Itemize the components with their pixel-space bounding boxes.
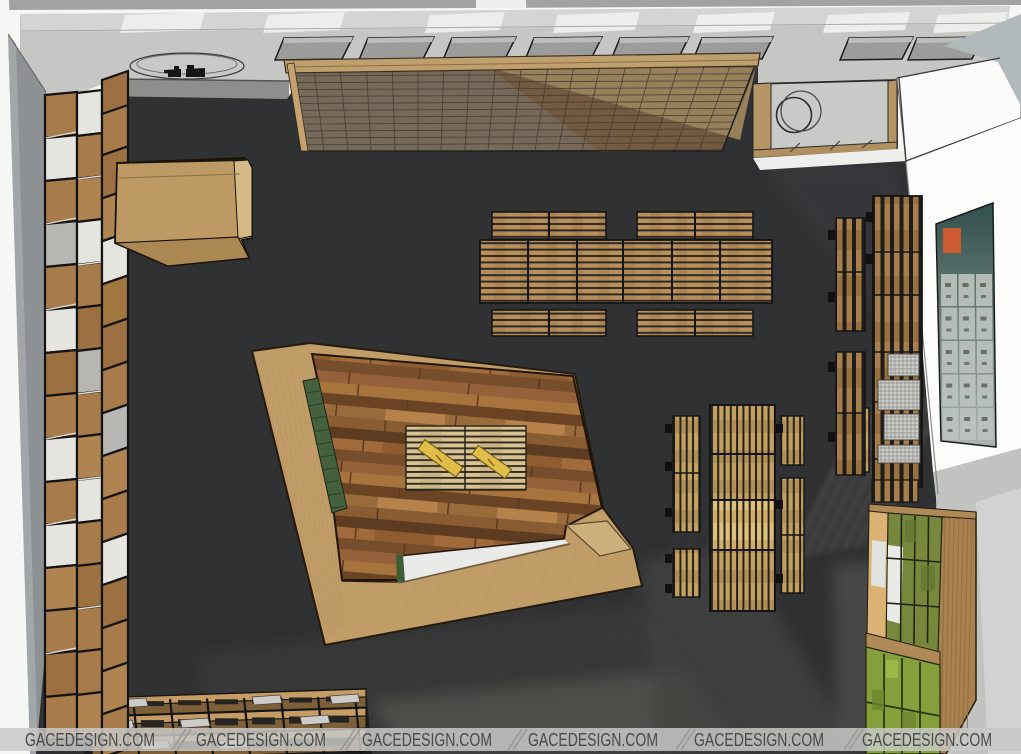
svg-text:GACEDESIGN.COM: GACEDESIGN.COM (694, 729, 824, 750)
svg-text:GACEDESIGN.COM: GACEDESIGN.COM (362, 729, 492, 750)
svg-text:GACEDESIGN.COM: GACEDESIGN.COM (862, 729, 992, 750)
svg-text:GACEDESIGN.COM: GACEDESIGN.COM (25, 729, 155, 750)
svg-text:GACEDESIGN.COM: GACEDESIGN.COM (528, 729, 658, 750)
svg-text:GACEDESIGN.COM: GACEDESIGN.COM (196, 729, 326, 750)
